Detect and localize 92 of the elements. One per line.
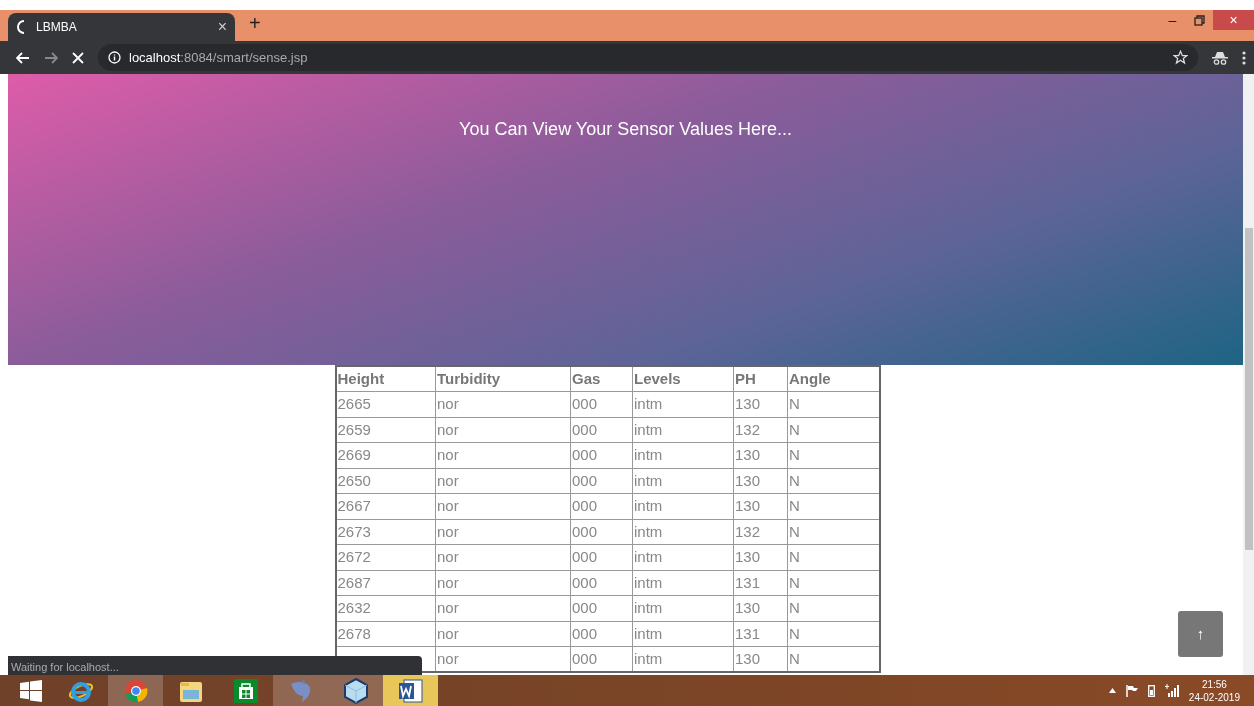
tab-title: LBMBA [36, 19, 78, 36]
close-window-button[interactable]: × [1213, 10, 1254, 30]
table-cell: 130 [733, 544, 788, 570]
table-cell: 000 [570, 646, 633, 672]
info-icon [108, 51, 121, 64]
table-cell: 000 [570, 493, 633, 519]
table-cell: intm [632, 417, 734, 443]
table-cell: 2659 [335, 417, 436, 443]
table-cell: 000 [570, 519, 633, 545]
table-cell: 132 [733, 519, 788, 545]
table-cell: nor [435, 595, 571, 621]
minimize-button[interactable]: – [1159, 10, 1186, 30]
column-header: Levels [632, 366, 734, 392]
table-cell: intm [632, 468, 734, 494]
menu-icon[interactable] [1242, 50, 1246, 65]
table-cell: 2672 [335, 544, 436, 570]
battery-icon[interactable] [1147, 684, 1155, 697]
table-cell: 130 [733, 468, 788, 494]
browser-tab[interactable]: LBMBA × [8, 13, 235, 41]
table-cell: 000 [570, 391, 633, 417]
table-cell: 130 [733, 595, 788, 621]
taskbar-app-button[interactable] [328, 675, 383, 706]
table-cell: 131 [733, 621, 788, 647]
table-cell: 2632 [335, 595, 436, 621]
table-cell: 130 [733, 442, 788, 468]
table-cell: 000 [570, 544, 633, 570]
stop-icon[interactable] [72, 51, 84, 64]
table-cell: nor [435, 544, 571, 570]
table-cell: 000 [570, 595, 633, 621]
clock[interactable]: 21:56 24-02-2019 [1188, 677, 1240, 704]
new-tab-button[interactable]: + [243, 7, 267, 39]
chrome-icon [123, 678, 148, 703]
windows-logo-icon [19, 679, 42, 702]
column-header: Height [335, 366, 436, 392]
table-cell: nor [435, 646, 571, 672]
cube-icon [343, 677, 368, 704]
table-cell: 130 [733, 646, 788, 672]
table-cell: 2650 [335, 468, 436, 494]
address-bar[interactable]: localhost:8084/smart/sense.jsp [98, 44, 1198, 71]
table-cell: 130 [733, 391, 788, 417]
document-icon [397, 677, 424, 704]
table-cell: 2687 [335, 570, 436, 596]
table-cell: intm [632, 646, 734, 672]
back-icon[interactable] [16, 51, 30, 64]
column-header: PH [733, 366, 788, 392]
restore-icon [1194, 14, 1205, 26]
column-header: Turbidity [435, 366, 571, 392]
table-cell: intm [632, 519, 734, 545]
forward-icon[interactable] [44, 51, 58, 64]
table-cell: 000 [570, 621, 633, 647]
star-icon[interactable] [1173, 50, 1188, 65]
show-hidden-icons-icon[interactable] [1108, 688, 1116, 693]
table-cell: intm [632, 493, 734, 519]
table-cell: 2669 [335, 442, 436, 468]
table-cell: nor [435, 468, 571, 494]
tab-close-button[interactable]: × [217, 15, 227, 39]
table-cell: nor [435, 391, 571, 417]
table-cell: intm [632, 442, 734, 468]
table-cell: 2673 [335, 519, 436, 545]
table-cell: 130 [733, 493, 788, 519]
flag-icon[interactable] [1125, 684, 1138, 697]
table-cell: nor [435, 493, 571, 519]
table-cell: 000 [570, 468, 633, 494]
incognito-icon[interactable] [1212, 50, 1228, 65]
table-cell: 2678 [335, 621, 436, 647]
table-cell: nor [435, 519, 571, 545]
column-header: Gas [570, 366, 633, 392]
table-cell: nor [435, 570, 571, 596]
taskbar-app-button[interactable] [383, 675, 438, 706]
scrollbar[interactable] [1243, 74, 1254, 675]
table-cell: intm [632, 621, 734, 647]
table-cell: nor [435, 442, 571, 468]
table-cell: 2667 [335, 493, 436, 519]
back-to-top-button[interactable]: ↑ [1178, 611, 1223, 657]
table-cell: 132 [733, 417, 788, 443]
table-cell: 000 [570, 570, 633, 596]
page-subheading: You Can View Your Sensor Values Here... [458, 118, 793, 141]
table-cell: intm [632, 595, 734, 621]
status-bubble: Waiting for localhost... [8, 656, 422, 675]
table-cell: 000 [570, 417, 633, 443]
table-cell: intm [632, 570, 734, 596]
table-cell: intm [632, 391, 734, 417]
loading-icon [16, 20, 26, 34]
url-text: localhost:8084/smart/sense.jsp [129, 48, 308, 67]
table-cell: nor [435, 621, 571, 647]
signal-icon[interactable] [1164, 684, 1179, 697]
table-cell: nor [435, 417, 571, 443]
table-cell: 131 [733, 570, 788, 596]
table-cell: 2665 [335, 391, 436, 417]
shopping-bag-icon [233, 678, 258, 703]
table-cell: 000 [570, 442, 633, 468]
table-cell: intm [632, 544, 734, 570]
